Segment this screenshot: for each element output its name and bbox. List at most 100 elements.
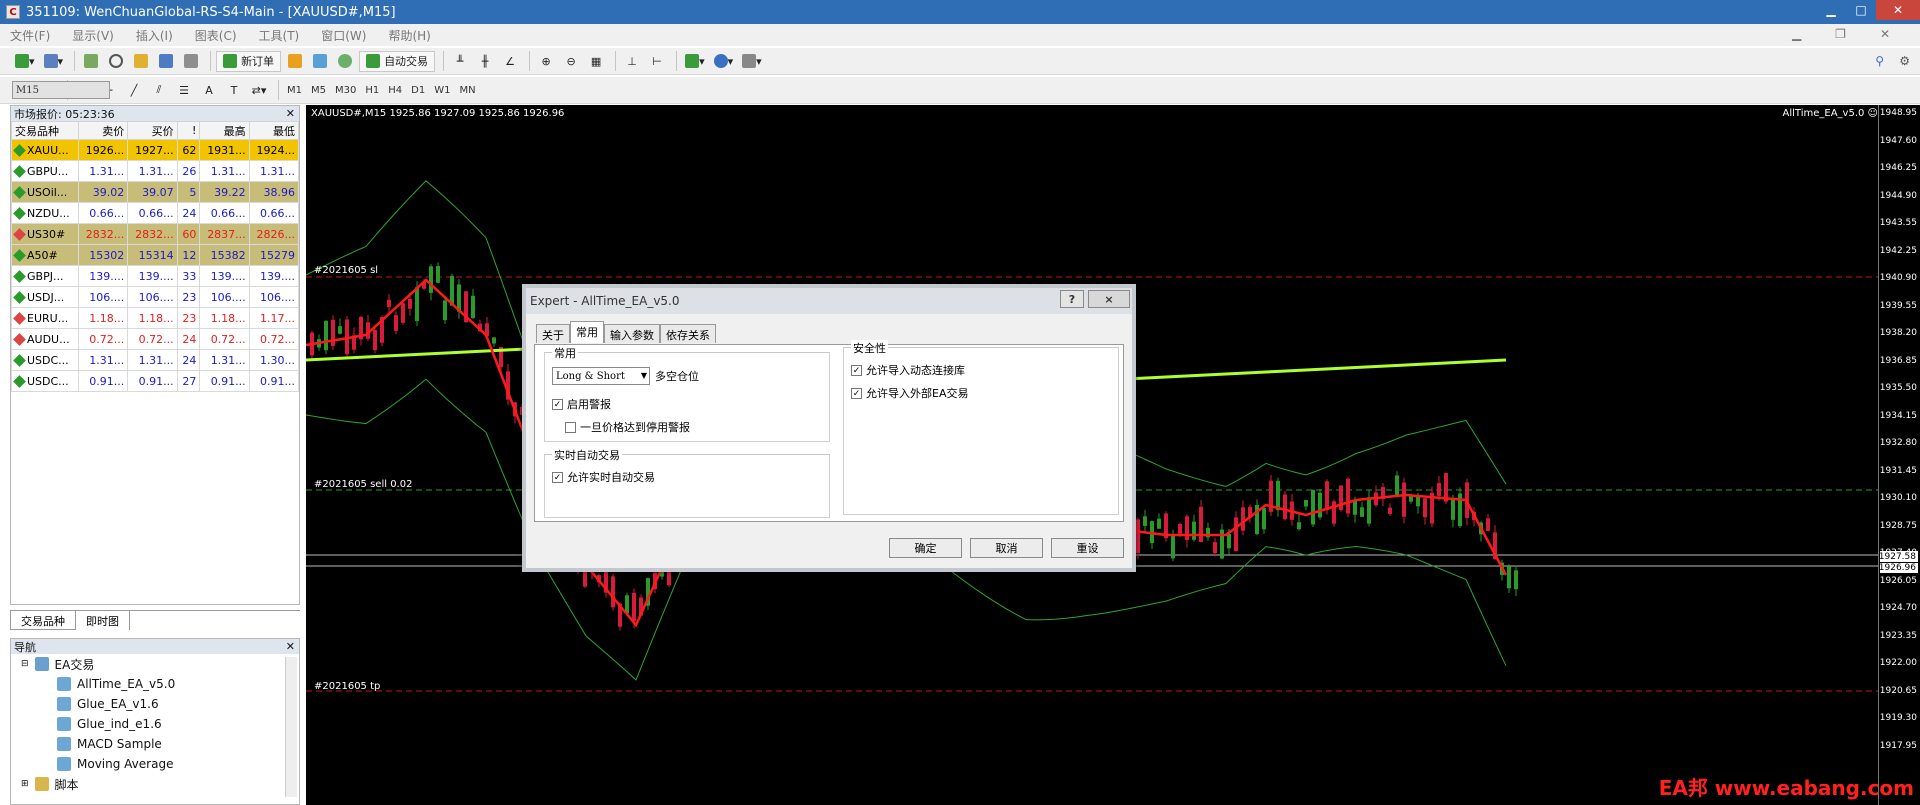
- child-minimize-icon[interactable]: ▁: [1792, 27, 1801, 41]
- child-window-controls: ▁ ❐ ✕: [1792, 27, 1912, 41]
- market-watch-close-icon[interactable]: ✕: [286, 107, 295, 120]
- autoscroll-button[interactable]: ⊥: [621, 51, 643, 72]
- market-watch-button[interactable]: [80, 51, 102, 72]
- allow-external-checkbox[interactable]: ✓ 允许导入外部EA交易: [851, 385, 968, 401]
- mw-row[interactable]: XAUU... 1926... 1927... 62 1931... 1924...: [11, 139, 300, 161]
- tf-d1[interactable]: D1: [408, 81, 428, 99]
- allow-dll-checkbox[interactable]: ✓ 允许导入动态连接库: [851, 362, 965, 378]
- mw-row[interactable]: GBPJ... 139.... 139.... 33 139.... 139....: [11, 265, 300, 287]
- trendline-button[interactable]: ╱: [123, 80, 145, 101]
- chart-shift-button[interactable]: ⊢: [646, 51, 668, 72]
- minimize-button[interactable]: ▁: [1816, 0, 1846, 20]
- tf-m1[interactable]: M1: [284, 81, 305, 99]
- tab-symbols[interactable]: 交易品种: [10, 611, 76, 630]
- position-select[interactable]: Long & Short ▼: [552, 367, 650, 385]
- indicators-button[interactable]: ▾: [682, 51, 708, 72]
- nav-ea-item[interactable]: MACD Sample: [21, 734, 299, 754]
- options-button[interactable]: [309, 51, 331, 72]
- navigator-close-icon[interactable]: ✕: [286, 640, 295, 653]
- tf-w1[interactable]: W1: [431, 81, 453, 99]
- text-label-button[interactable]: T: [223, 80, 245, 101]
- zoom-in-button[interactable]: ⊕: [535, 51, 557, 72]
- tab-inputs[interactable]: 输入参数: [604, 324, 660, 343]
- profiles-button[interactable]: ▾: [41, 51, 67, 72]
- new-chart-button[interactable]: ▾: [12, 51, 38, 72]
- bar-chart-button[interactable]: ╨: [449, 51, 471, 72]
- mw-row[interactable]: AUDU... 0.72... 0.72... 24 0.72... 0.72...: [11, 328, 300, 350]
- mw-col-header[interactable]: 交易品种: [11, 121, 79, 140]
- price-tick-label: 1935.50: [1879, 383, 1917, 393]
- periods-button[interactable]: ▾: [711, 51, 737, 72]
- metaeditor-button[interactable]: [284, 51, 306, 72]
- mw-row[interactable]: USDJ... 106.... 106.... 23 106.... 106....: [11, 286, 300, 308]
- maximize-button[interactable]: □: [1846, 0, 1876, 20]
- fibonacci-button[interactable]: ☰: [173, 80, 195, 101]
- mw-row[interactable]: USOil... 39.02 39.07 5 39.22 38.96: [11, 181, 300, 203]
- equidistant-channel-button[interactable]: ⫽: [148, 80, 170, 101]
- tab-tick-chart[interactable]: 即时图: [76, 611, 130, 630]
- search-icon[interactable]: ⚲: [1875, 54, 1884, 68]
- mw-row[interactable]: GBPU... 1.31... 1.31... 26 1.31... 1.31...: [11, 160, 300, 182]
- mw-row[interactable]: A50# 15302 15314 12 15382 15279: [11, 244, 300, 266]
- tf-h1[interactable]: H1: [362, 81, 382, 99]
- cancel-button[interactable]: 取消: [970, 538, 1043, 558]
- child-restore-icon[interactable]: ❐: [1835, 27, 1846, 41]
- tab-about[interactable]: 关于: [536, 324, 570, 343]
- mw-col-header[interactable]: 卖价: [77, 121, 129, 140]
- allow-live-checkbox[interactable]: ✓ 允许实时自动交易: [552, 469, 655, 485]
- nav-ea-item[interactable]: AllTime_EA_v5.0: [21, 674, 299, 694]
- menu-help[interactable]: 帮助(H): [388, 27, 430, 44]
- close-button[interactable]: ✕: [1876, 0, 1920, 20]
- menu-charts[interactable]: 图表(C): [195, 27, 237, 44]
- mw-col-header[interactable]: 最高: [199, 121, 250, 140]
- line-chart-button[interactable]: ∠: [499, 51, 521, 72]
- tab-common[interactable]: 常用: [570, 321, 604, 343]
- mw-row[interactable]: EURU... 1.18... 1.18... 23 1.18... 1.17...: [11, 307, 300, 329]
- disable-alert-checkbox[interactable]: 一旦价格达到停用警报: [565, 419, 690, 435]
- mw-row[interactable]: USDC... 1.31... 1.31... 24 1.31... 1.30...: [11, 349, 300, 371]
- zoom-out-button[interactable]: ⊖: [560, 51, 582, 72]
- menu-file[interactable]: 文件(F): [10, 27, 50, 44]
- nav-folder-ea[interactable]: ⊟ EA交易: [21, 654, 299, 674]
- templates-button[interactable]: ▾: [739, 51, 765, 72]
- tf-m30[interactable]: M30: [332, 81, 359, 99]
- arrows-button[interactable]: ⇄▾: [248, 80, 270, 101]
- menu-insert[interactable]: 插入(I): [136, 27, 173, 44]
- text-button[interactable]: A: [198, 80, 220, 101]
- tester-button[interactable]: [180, 51, 202, 72]
- tile-windows-button[interactable]: ▦: [585, 51, 607, 72]
- nav-ea-item[interactable]: Glue_ind_e1.6: [21, 714, 299, 734]
- mw-col-header[interactable]: !: [176, 121, 201, 140]
- nav-ea-item[interactable]: Glue_EA_v1.6: [21, 694, 299, 714]
- nav-folder-scripts[interactable]: ⊞ 脚本: [21, 774, 299, 794]
- ok-button[interactable]: 确定: [889, 538, 962, 558]
- navigator-scrollbar[interactable]: [285, 657, 297, 797]
- dialog-close-button[interactable]: ×: [1088, 290, 1130, 308]
- tf-m5[interactable]: M5: [308, 81, 329, 99]
- tf-h4[interactable]: H4: [385, 81, 405, 99]
- navigator-button[interactable]: [130, 51, 152, 72]
- enable-alerts-checkbox[interactable]: ✓ 启用警报: [552, 396, 611, 412]
- auto-trading-button[interactable]: 自动交易: [359, 50, 436, 72]
- child-close-icon[interactable]: ✕: [1880, 27, 1890, 41]
- menu-view[interactable]: 显示(V): [72, 27, 114, 44]
- terminal-button[interactable]: [155, 51, 177, 72]
- menu-tools[interactable]: 工具(T): [259, 27, 300, 44]
- mw-col-header[interactable]: 买价: [127, 121, 178, 140]
- candle-chart-button[interactable]: ╫: [474, 51, 496, 72]
- toolbar-settings-icon[interactable]: ⚙: [1899, 54, 1910, 68]
- menu-window[interactable]: 窗口(W): [321, 27, 366, 44]
- dialog-help-button[interactable]: ?: [1060, 290, 1084, 308]
- tf-mn[interactable]: MN: [456, 81, 478, 99]
- new-order-button[interactable]: 新订单: [216, 50, 282, 72]
- mw-row[interactable]: US30# 2832... 2832... 60 2837... 2826...: [11, 223, 300, 245]
- mw-row[interactable]: USDC... 0.91... 0.91... 27 0.91... 0.91...: [11, 370, 300, 392]
- tf-m15[interactable]: M15: [12, 81, 110, 99]
- mw-row[interactable]: NZDU... 0.66... 0.66... 24 0.66... 0.66...: [11, 202, 300, 224]
- nav-ea-item[interactable]: Moving Average: [21, 754, 299, 774]
- signals-button[interactable]: [334, 51, 356, 72]
- mw-col-header[interactable]: 最低: [248, 121, 300, 140]
- tab-dependencies[interactable]: 依存关系: [660, 324, 716, 343]
- data-window-button[interactable]: [105, 51, 127, 72]
- reset-button[interactable]: 重设: [1051, 538, 1124, 558]
